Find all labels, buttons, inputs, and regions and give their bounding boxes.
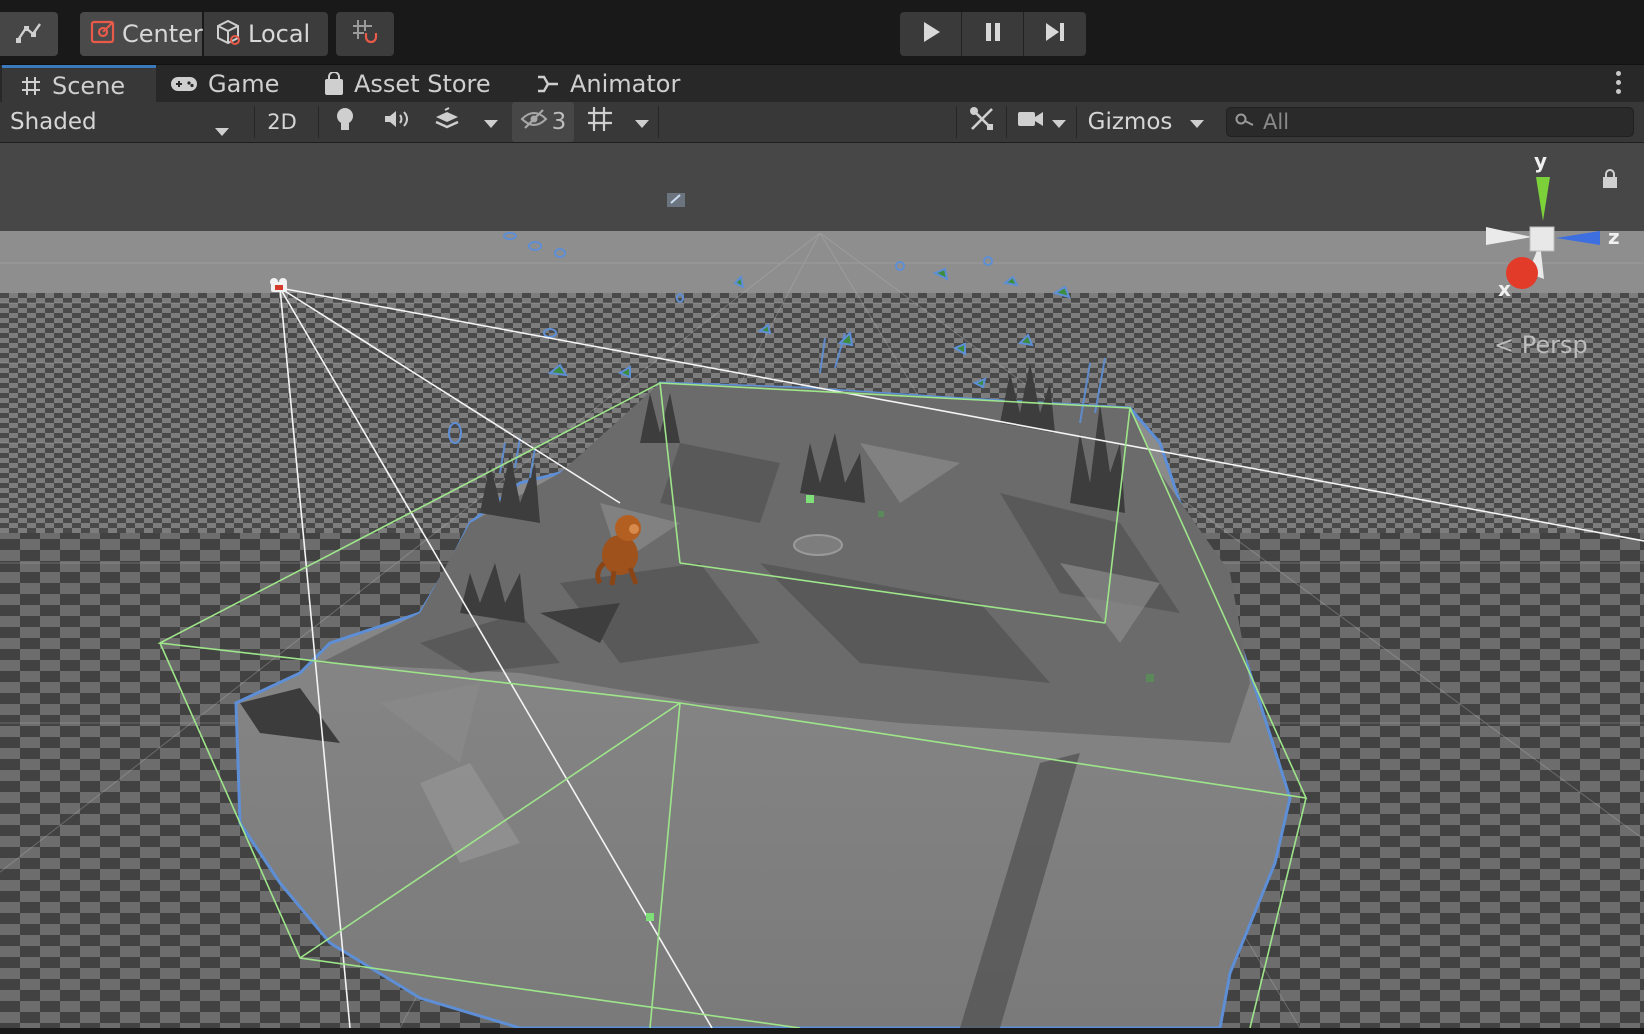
scene-search-input[interactable] — [1261, 109, 1625, 135]
grid-toggle-icon — [586, 105, 614, 139]
pivot-local-cube-icon — [214, 18, 242, 50]
tab-game-label: Game — [208, 70, 280, 98]
tab-asset-store-label: Asset Store — [354, 70, 491, 98]
grid-hash-icon — [20, 75, 42, 97]
scene-viewport[interactable]: y z x < Persp — [0, 143, 1644, 1028]
main-toolbar: Center Local — [0, 0, 1644, 64]
chevron-down-icon — [634, 109, 650, 135]
scene-visibility-button[interactable]: 3 — [512, 102, 574, 142]
scene-camera-dropdown[interactable] — [1010, 102, 1074, 142]
audio-toggle-button[interactable] — [374, 102, 420, 142]
draw-mode-value: Shaded — [10, 109, 97, 135]
step-icon — [1043, 20, 1067, 48]
window-menu-kebab-icon[interactable] — [1616, 71, 1622, 98]
effects-dropdown-button[interactable] — [476, 102, 506, 142]
gizmos-toggle-button[interactable]: Gizmos — [1080, 102, 1180, 142]
hand-tool-button[interactable] — [0, 12, 58, 56]
z-axis-label: z — [1608, 225, 1620, 249]
animator-icon — [536, 73, 560, 95]
tab-scene[interactable]: Scene — [2, 65, 156, 103]
toolbar-divider — [956, 106, 957, 138]
search-icon — [1235, 112, 1255, 132]
grid-dropdown-button[interactable] — [626, 102, 658, 142]
scene-render — [0, 143, 1644, 1028]
tab-game[interactable]: Game — [170, 65, 304, 103]
scene-search-box — [1226, 107, 1634, 137]
pivot-local-button[interactable]: Local — [204, 12, 328, 56]
pivot-local-label: Local — [248, 20, 311, 48]
tab-animator-label: Animator — [570, 70, 681, 98]
projection-label: Persp — [1521, 331, 1588, 359]
toolbar-divider — [658, 106, 659, 138]
x-axis-label: x — [1498, 277, 1511, 301]
pivot-center-button[interactable]: Center — [80, 12, 203, 56]
grid-toggle-button[interactable] — [578, 102, 622, 142]
play-icon — [920, 20, 942, 48]
shopping-bag-icon — [324, 72, 344, 96]
y-axis-label: y — [1534, 149, 1548, 173]
editor-tools-button[interactable] — [960, 102, 1004, 142]
chevron-down-icon — [1051, 109, 1067, 135]
playmode-controls — [900, 12, 1088, 56]
window-bottom-border — [0, 1028, 1644, 1034]
toggle-2d-label: 2D — [267, 110, 297, 134]
grid-snap-icon — [350, 17, 380, 51]
hidden-object-count: 3 — [551, 109, 567, 135]
grid-snap-button[interactable] — [336, 12, 394, 56]
effects-toggle-button[interactable] — [424, 102, 470, 142]
lighting-toggle-button[interactable] — [322, 102, 368, 142]
lighting-bulb-icon — [335, 106, 355, 138]
pause-icon — [982, 20, 1004, 48]
chevron-down-icon — [214, 117, 230, 143]
tab-asset-store[interactable]: Asset Store — [324, 65, 514, 103]
gizmos-dropdown-button[interactable] — [1180, 102, 1214, 142]
toggle-2d-button[interactable]: 2D — [258, 102, 306, 142]
toolbar-divider — [318, 106, 319, 138]
pause-button[interactable] — [962, 12, 1024, 56]
tab-scene-label: Scene — [52, 71, 126, 100]
camera-icon — [1017, 109, 1045, 135]
orientation-gizmo[interactable]: y z x — [1470, 149, 1620, 301]
chevron-down-icon — [1189, 109, 1205, 135]
visibility-eye-slash-icon — [520, 108, 548, 136]
hand-tool-icon — [14, 18, 44, 50]
tools-icon — [969, 106, 995, 138]
tab-animator[interactable]: Animator — [536, 65, 696, 103]
scene-view-toolbar: Shaded 2D 3 Gizmos All — [0, 102, 1644, 143]
gizmos-label: Gizmos — [1087, 109, 1173, 135]
pivot-center-icon — [90, 19, 116, 49]
chevron-down-icon — [483, 109, 499, 135]
toolbar-divider — [254, 106, 255, 138]
effects-layers-icon — [433, 107, 461, 137]
play-button[interactable] — [900, 12, 962, 56]
probe-gizmo-icon[interactable] — [667, 193, 685, 207]
draw-mode-dropdown[interactable]: Shaded — [0, 102, 244, 142]
chevron-left-icon: < — [1494, 331, 1515, 359]
unity-scene-window: Center Local Scene Game Asset Store Anim… — [0, 0, 1644, 1034]
toolbar-divider — [1006, 106, 1007, 138]
pivot-center-label: Center — [122, 20, 203, 48]
window-tab-bar: Scene Game Asset Store Animator — [0, 64, 1644, 103]
gamepad-icon — [170, 75, 198, 93]
projection-toggle[interactable]: < Persp — [1494, 331, 1588, 359]
audio-speaker-icon — [383, 108, 411, 136]
lock-icon[interactable] — [1602, 169, 1618, 193]
step-button[interactable] — [1024, 12, 1086, 56]
toolbar-divider — [1076, 106, 1077, 138]
